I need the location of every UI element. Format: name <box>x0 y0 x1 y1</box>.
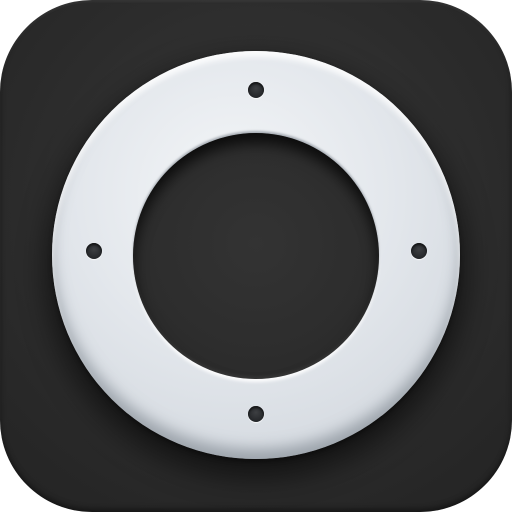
center-select-button <box>133 133 379 379</box>
app-icon-tile <box>0 0 512 512</box>
down-indicator-dot <box>248 406 264 422</box>
up-indicator-dot <box>248 82 264 98</box>
app-icon[interactable] <box>0 0 512 512</box>
right-indicator-dot <box>411 243 427 259</box>
left-indicator-dot <box>86 243 102 259</box>
